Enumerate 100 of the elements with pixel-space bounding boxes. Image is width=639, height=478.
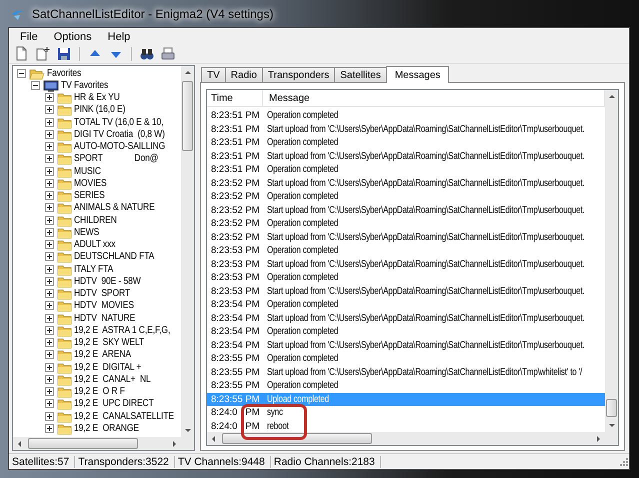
table-row[interactable]: 8:23:51 PM Start upload from 'C:\Users\Syber\AppData\Roaming\SatChannelListEditor\Tmp\userbouquet. bbox=[207, 150, 605, 163]
table-row[interactable]: 8:23:53 PM Operation completed bbox=[207, 271, 605, 284]
vertical-scrollbar[interactable] bbox=[181, 66, 194, 437]
expand-toggle[interactable] bbox=[45, 178, 54, 188]
table-row[interactable]: 8:23:54 PM Start upload from 'C:\Users\Syber\AppData\Roaming\SatChannelListEditor\Tmp\userbouquet. bbox=[207, 312, 605, 325]
tree-item[interactable]: ADULT xxx bbox=[74, 239, 116, 250]
tree-item[interactable]: HR & Ex YU bbox=[74, 92, 120, 104]
expand-toggle[interactable] bbox=[45, 93, 54, 102]
vertical-scrollbar[interactable] bbox=[605, 90, 618, 432]
tree-item[interactable]: SERIES bbox=[74, 190, 105, 202]
tree-item[interactable]: AUTO-MOTO-SAILLING bbox=[74, 141, 166, 152]
table-row[interactable]: 8:23:54 PM Operation completed bbox=[207, 298, 605, 312]
tree-item[interactable]: MUSIC bbox=[74, 166, 101, 177]
table-row[interactable]: 8:23:53 PM Start upload from 'C:\Users\Syber\AppData\Roaming\SatChannelListEditor\Tmp\userbouquet. bbox=[207, 258, 605, 271]
tab[interactable]: Satellites bbox=[334, 67, 387, 82]
tree-item[interactable]: HDTV MOVIES bbox=[74, 300, 134, 312]
expand-toggle[interactable] bbox=[45, 387, 54, 396]
menu-item[interactable]: Help bbox=[100, 30, 138, 42]
collapse-toggle[interactable] bbox=[17, 68, 26, 78]
expand-toggle[interactable] bbox=[45, 142, 54, 152]
scrollbar-thumb[interactable] bbox=[28, 438, 138, 449]
expand-toggle[interactable] bbox=[45, 289, 54, 298]
expand-toggle[interactable] bbox=[45, 118, 54, 127]
tree-item[interactable]: HDTV NATURE bbox=[74, 312, 136, 324]
horizontal-scrollbar[interactable] bbox=[207, 432, 605, 445]
menu-item[interactable]: Options bbox=[46, 30, 100, 42]
tree-item[interactable]: DIGI TV Croatia (0,8 W) bbox=[74, 128, 165, 140]
table-row[interactable]: 8:23:53 PM Operation completed bbox=[207, 244, 605, 258]
tree-item[interactable]: 19,2 E ARENA bbox=[74, 349, 132, 360]
tree-item[interactable]: 19,2 E CANAL+ NL bbox=[74, 374, 151, 385]
expand-toggle[interactable] bbox=[45, 154, 54, 164]
tree-item[interactable]: 19,2 E DIGITAL + bbox=[74, 362, 142, 373]
tree-item[interactable]: 19,2 E SKY WELT bbox=[74, 337, 144, 348]
table-row[interactable]: 8:23:53 PM Start upload from 'C:\Users\Syber\AppData\Roaming\SatChannelListEditor\Tmp\userbouquet. bbox=[207, 284, 605, 298]
table-row[interactable]: 8:23:51 PM Operation completed bbox=[207, 163, 605, 176]
expand-toggle[interactable] bbox=[45, 326, 54, 335]
tree-item[interactable]: 19,2 E ORANGE bbox=[74, 422, 139, 434]
tree-item[interactable]: SPORT Don@ bbox=[74, 153, 158, 164]
tree-item[interactable]: 19,2 E UPC DIRECT bbox=[74, 398, 154, 410]
toolbar-button[interactable] bbox=[55, 46, 73, 62]
collapse-toggle[interactable] bbox=[31, 80, 40, 90]
table-row[interactable]: 8:23:55 PM Operation completed bbox=[207, 352, 605, 366]
tree-item[interactable]: MOVIES bbox=[74, 178, 107, 189]
expand-toggle[interactable] bbox=[45, 216, 54, 225]
expand-toggle[interactable] bbox=[45, 350, 54, 360]
tab[interactable]: Messages bbox=[386, 66, 450, 83]
table-row[interactable]: 8:23:52 PM Start upload from 'C:\Users\Syber\AppData\Roaming\SatChannelListEditor\Tmp\userbouquet. bbox=[207, 176, 605, 190]
tree-item[interactable]: CHILDREN bbox=[74, 214, 117, 226]
toolbar-button[interactable] bbox=[159, 46, 177, 62]
table-row[interactable]: 8:24:0 PM reboot bbox=[207, 420, 605, 432]
scrollbar-thumb[interactable] bbox=[182, 81, 193, 151]
expand-toggle[interactable] bbox=[45, 424, 54, 433]
tree-item[interactable]: HDTV SPORT bbox=[74, 288, 130, 300]
table-row[interactable]: 8:23:54 PM Operation completed bbox=[207, 325, 605, 338]
expand-toggle[interactable] bbox=[45, 105, 54, 114]
table-row[interactable]: 8:23:52 PM Operation completed bbox=[207, 217, 605, 230]
expand-toggle[interactable] bbox=[45, 130, 54, 139]
menu-item[interactable]: File bbox=[12, 30, 46, 42]
tree-item[interactable]: ANIMALS & NATURE bbox=[74, 202, 155, 214]
table-row[interactable]: 8:23:51 PM Operation completed bbox=[207, 136, 605, 150]
expand-toggle[interactable] bbox=[45, 412, 54, 421]
horizontal-scrollbar[interactable] bbox=[13, 437, 181, 450]
expand-toggle[interactable] bbox=[45, 314, 54, 323]
expand-toggle[interactable] bbox=[45, 399, 54, 408]
toolbar-button[interactable] bbox=[138, 46, 156, 62]
tree-item[interactable]: NEWS bbox=[74, 226, 100, 238]
tree-item[interactable]: 19,2 E CANALSATELLITE bbox=[74, 410, 174, 422]
tab[interactable]: Transponders bbox=[262, 67, 336, 82]
table-row[interactable]: 8:23:55 PM Start upload from 'C:\Users\Syber\AppData\Roaming\SatChannelListEditor\Tmp\whitelist' to '/ bbox=[207, 366, 605, 379]
expand-toggle[interactable] bbox=[45, 191, 54, 200]
column-header[interactable]: Time bbox=[207, 90, 263, 106]
expand-toggle[interactable] bbox=[45, 264, 54, 274]
expand-toggle[interactable] bbox=[45, 228, 54, 237]
tree-item[interactable]: HDTV 90E - 58W bbox=[74, 276, 141, 287]
expand-toggle[interactable] bbox=[45, 301, 54, 310]
expand-toggle[interactable] bbox=[45, 166, 54, 176]
scrollbar-thumb[interactable] bbox=[606, 399, 617, 417]
expand-toggle[interactable] bbox=[45, 203, 54, 212]
table-row[interactable]: 8:23:55 PM Operation completed bbox=[207, 379, 605, 392]
tab[interactable]: TV bbox=[201, 67, 226, 82]
expand-toggle[interactable] bbox=[45, 374, 54, 384]
tree-item[interactable]: TV Favorites bbox=[61, 80, 108, 91]
expand-toggle[interactable] bbox=[45, 362, 54, 372]
expand-toggle[interactable] bbox=[45, 252, 54, 262]
expand-toggle[interactable] bbox=[45, 338, 54, 348]
table-row[interactable]: 8:23:51 PM Start upload from 'C:\Users\Syber\AppData\Roaming\SatChannelListEditor\Tmp\userbouquet. bbox=[207, 122, 605, 136]
toolbar-button[interactable] bbox=[34, 46, 52, 62]
tree-item[interactable]: TOTAL TV (16,0 E & 10, bbox=[74, 116, 164, 128]
table-row[interactable]: 8:24:0 PM sync bbox=[207, 406, 605, 420]
table-row[interactable]: 8:23:52 PM Start upload from 'C:\Users\Syber\AppData\Roaming\SatChannelListEditor\Tmp\userbouquet. bbox=[207, 230, 605, 244]
table-row[interactable]: 8:23:51 PM Operation completed bbox=[207, 109, 605, 122]
expand-toggle[interactable] bbox=[45, 276, 54, 286]
tree-item[interactable]: 19,2 E O R F bbox=[74, 386, 125, 398]
tree-item[interactable]: DEUTSCHLAND FTA bbox=[74, 251, 154, 262]
table-row[interactable]: 8:23:52 PM Start upload from 'C:\Users\Syber\AppData\Roaming\SatChannelListEditor\Tmp\userbouquet. bbox=[207, 204, 605, 217]
table-row[interactable]: 8:23:54 PM Start upload from 'C:\Users\Syber\AppData\Roaming\SatChannelListEditor\Tmp\userbouquet. bbox=[207, 338, 605, 352]
tab[interactable]: Radio bbox=[224, 67, 263, 82]
tree-item[interactable]: 19,2 E ASTRA 1 C,E,F,G, bbox=[74, 324, 170, 336]
tree-item[interactable]: Favorites bbox=[47, 68, 82, 79]
expand-toggle[interactable] bbox=[45, 240, 54, 250]
